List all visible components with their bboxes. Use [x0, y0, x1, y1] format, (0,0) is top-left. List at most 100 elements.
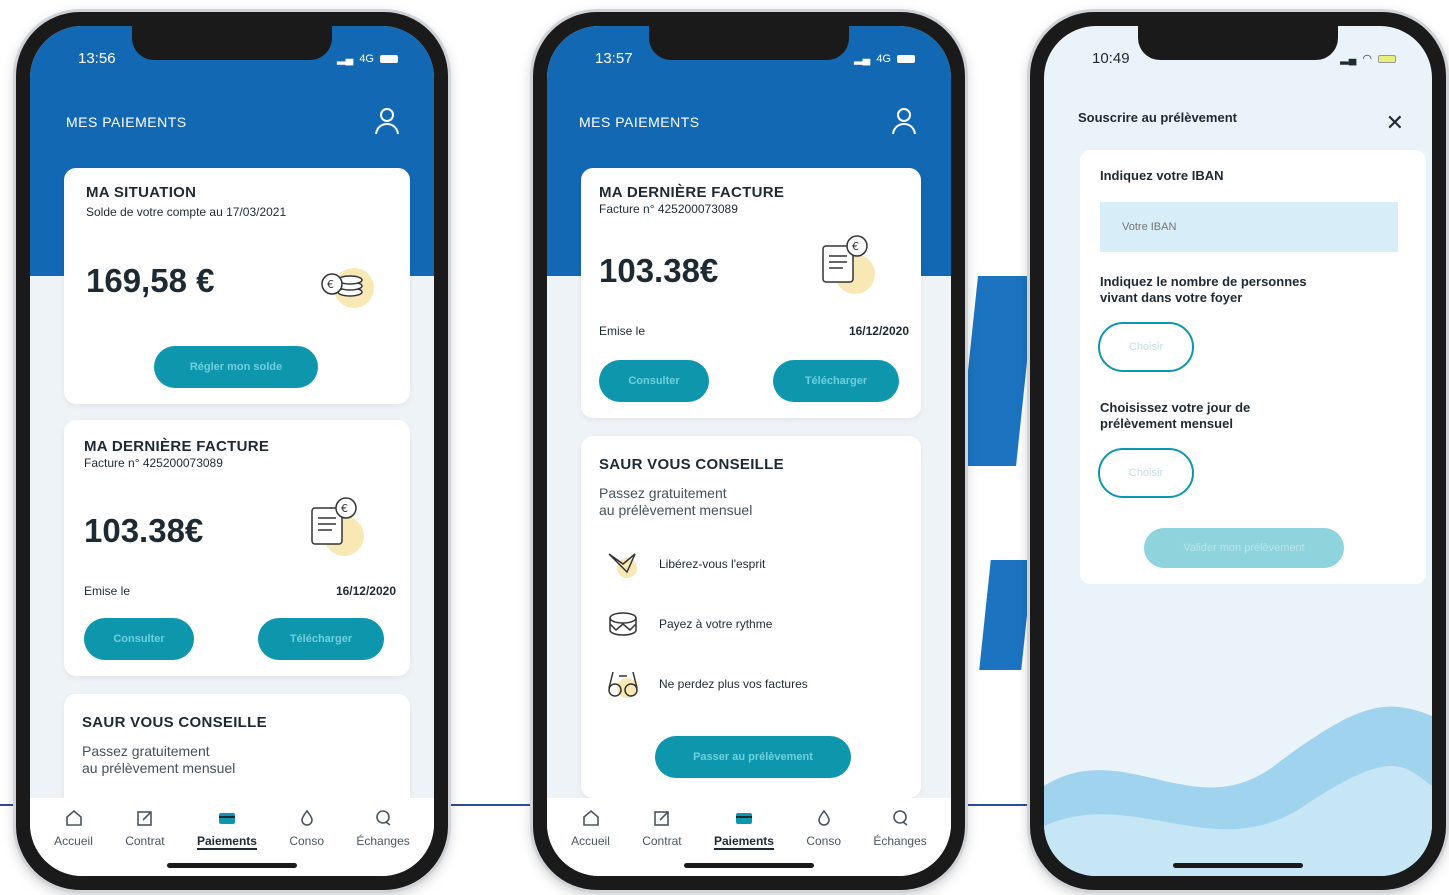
advice-text: Passez gratuitement au prélèvement mensu… — [599, 485, 903, 519]
edit-icon — [137, 811, 152, 826]
bird-icon — [608, 553, 637, 578]
iban-input[interactable] — [1100, 202, 1398, 252]
battery-icon — [897, 54, 915, 63]
validate-direct-debit-button[interactable]: Valider mon prélèvement — [1144, 528, 1344, 568]
binoculars-icon — [608, 671, 638, 698]
home-icon — [582, 809, 599, 826]
phone-screen: 13:56 ▂▄ 4G MES PAIEMENTS MA SITUATION S… — [30, 26, 434, 876]
phone-notch — [1138, 26, 1338, 60]
invoice-icon: € — [311, 497, 364, 556]
benefit-label: Ne perdez plus vos factures — [659, 677, 808, 691]
tab-echanges[interactable]: Échanges — [356, 808, 410, 876]
svg-text:€: € — [341, 502, 348, 515]
user-icon[interactable] — [891, 106, 917, 136]
situation-title: MA SITUATION — [86, 184, 197, 201]
iban-label: Indiquez votre IBAN — [1100, 168, 1224, 183]
debit-day-label-line-2: prélèvement mensuel — [1100, 416, 1233, 431]
benefit-item: Libérez-vous l'esprit — [605, 546, 765, 582]
home-indicator — [167, 863, 297, 868]
signal-icon: ▂▄ — [1340, 53, 1357, 65]
issued-date: 16/12/2020 — [335, 584, 396, 598]
situation-subtitle: Solde de votre compte au 17/03/2021 — [86, 205, 287, 219]
debit-day-label-line-1: Choisissez votre jour de — [1100, 400, 1251, 415]
balance-amount: 169,58 € — [86, 262, 215, 299]
home-indicator — [684, 863, 814, 868]
status-time: 13:56 — [78, 50, 116, 67]
advice-title: SAUR VOUS CONSEILLE — [599, 456, 784, 473]
advice-text: Passez gratuitement au prélèvement mensu… — [82, 743, 392, 777]
page-title: MES PAIEMENTS — [66, 114, 187, 130]
home-indicator — [1173, 863, 1303, 868]
advice-line-1: Passez gratuitement — [599, 485, 727, 501]
invoice-amount: 103.38€ — [599, 252, 719, 289]
situation-card: MA SITUATION Solde de votre compte au 17… — [64, 168, 410, 404]
wave-decoration — [1044, 706, 1432, 876]
signal-icon: ▂▄ — [854, 53, 871, 65]
edit-icon — [654, 811, 669, 826]
debit-day-label: Choisissez votre jour de prélèvement men… — [1100, 400, 1250, 432]
advice-title: SAUR VOUS CONSEILLE — [82, 714, 267, 731]
network-label: 4G — [359, 52, 374, 65]
card-icon — [735, 813, 752, 824]
tab-label: Conso — [289, 834, 325, 848]
phone-notch — [649, 26, 849, 60]
tab-label: Contrat — [642, 834, 682, 848]
background-stripe — [958, 276, 1036, 466]
status-icons: ▂▄ 4G — [337, 52, 398, 65]
phone-payments-advice: 13:57 ▂▄ 4G MES PAIEMENTS MA DERNIÈRE FA… — [533, 12, 965, 890]
invoice-card: MA DERNIÈRE FACTURE Facture n° 425200073… — [64, 420, 410, 676]
download-button[interactable]: Télécharger — [773, 360, 899, 402]
home-icon — [65, 809, 82, 826]
status-icons: ▂▄ 4G — [854, 52, 915, 65]
advice-card: SAUR VOUS CONSEILLE Passez gratuitement … — [581, 436, 921, 798]
tab-label: Paiements — [713, 834, 774, 850]
svg-text:€: € — [852, 240, 859, 253]
coins-icon: € — [321, 268, 374, 308]
download-button[interactable]: Télécharger — [258, 618, 384, 660]
status-time: 13:57 — [595, 50, 633, 67]
tab-accueil[interactable]: Accueil — [54, 808, 93, 876]
household-select[interactable]: Choisir — [1098, 322, 1194, 372]
benefit-label: Payez à votre rythme — [659, 617, 773, 631]
tab-accueil[interactable]: Accueil — [571, 808, 610, 876]
invoice-number: Facture n° 425200073089 — [84, 456, 223, 470]
tab-label: Conso — [806, 834, 842, 848]
tab-label: Échanges — [873, 834, 927, 848]
tab-label: Paiements — [196, 834, 257, 850]
debit-day-select[interactable]: Choisir — [1098, 448, 1194, 498]
status-icons: ▂▄ ◠ — [1340, 52, 1396, 65]
page-title: Souscrire au prélèvement — [1078, 110, 1237, 125]
user-icon[interactable] — [374, 106, 400, 136]
drum-icon — [609, 612, 637, 636]
tab-label: Accueil — [571, 834, 610, 848]
wifi-icon: ◠ — [1362, 53, 1372, 65]
household-label-line-1: Indiquez le nombre de personnes — [1100, 274, 1307, 289]
tab-label: Échanges — [356, 834, 410, 848]
issued-date: 16/12/2020 — [848, 324, 909, 338]
consult-button[interactable]: Consulter — [599, 360, 709, 402]
phone-payments-overview: 13:56 ▂▄ 4G MES PAIEMENTS MA SITUATION S… — [16, 12, 448, 890]
switch-to-direct-debit-button[interactable]: Passer au prélèvement — [655, 736, 851, 778]
invoice-title: MA DERNIÈRE FACTURE — [84, 438, 270, 455]
invoice-icon: € — [822, 235, 875, 294]
background-stripe — [979, 560, 1033, 670]
invoice-amount: 103.38€ — [84, 512, 204, 549]
card-icon — [218, 813, 235, 824]
pay-balance-button[interactable]: Régler mon solde — [154, 346, 318, 388]
consult-button[interactable]: Consulter — [84, 618, 194, 660]
household-label: Indiquez le nombre de personnes vivant d… — [1100, 274, 1307, 306]
invoice-number: Facture n° 425200073089 — [599, 202, 738, 216]
invoice-title: MA DERNIÈRE FACTURE — [599, 184, 785, 201]
tab-label: Contrat — [125, 834, 165, 848]
phone-screen: 13:57 ▂▄ 4G MES PAIEMENTS MA DERNIÈRE FA… — [547, 26, 951, 876]
close-icon[interactable]: ✕ — [1386, 110, 1404, 136]
status-time: 10:49 — [1092, 50, 1130, 67]
benefit-item: Ne perdez plus vos factures — [605, 666, 808, 702]
tab-contrat[interactable]: Contrat — [125, 808, 165, 876]
advice-line-1: Passez gratuitement — [82, 743, 210, 759]
phone-notch — [132, 26, 332, 60]
tab-echanges[interactable]: Échanges — [873, 808, 927, 876]
invoice-card: MA DERNIÈRE FACTURE Facture n° 425200073… — [581, 168, 921, 418]
tab-contrat[interactable]: Contrat — [642, 808, 682, 876]
drop-icon — [300, 809, 313, 826]
